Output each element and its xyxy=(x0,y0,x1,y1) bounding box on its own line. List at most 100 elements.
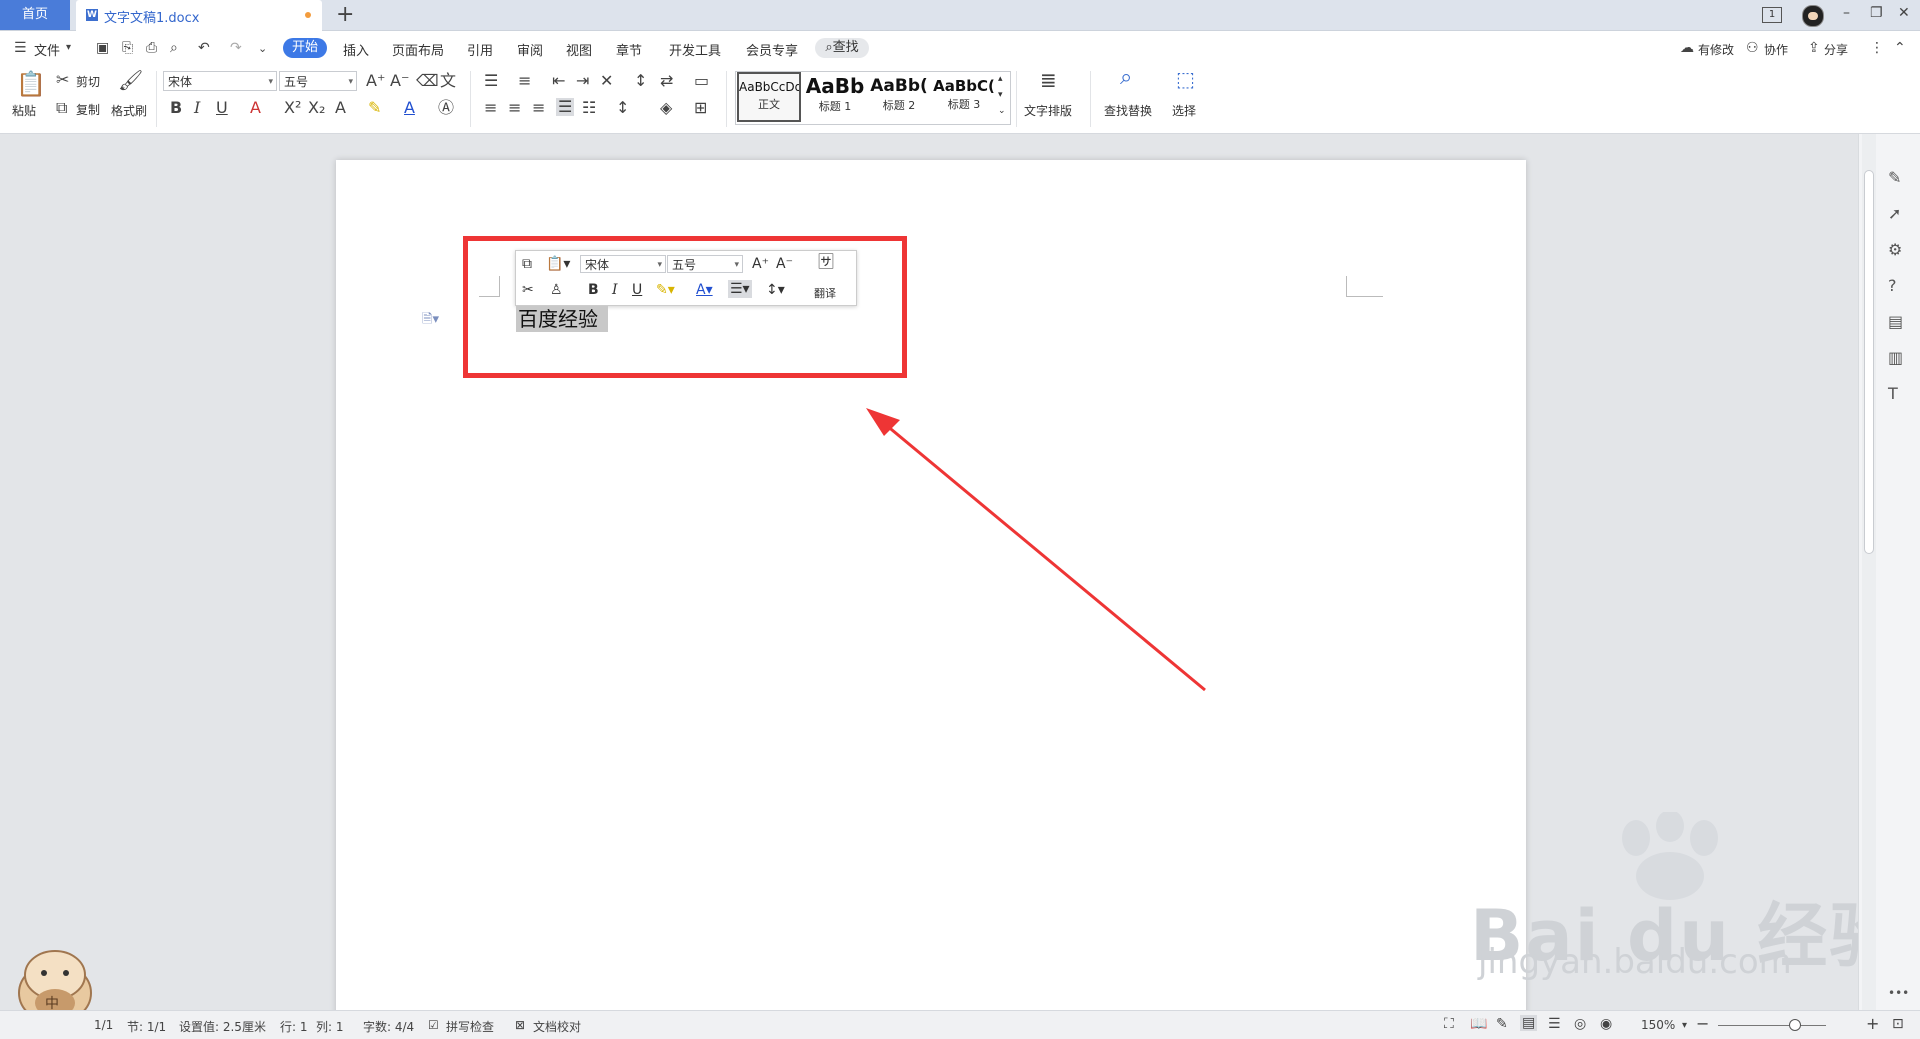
style-heading-1[interactable]: AaBb 标题 1 xyxy=(803,72,867,122)
copy-button[interactable]: 复制 xyxy=(76,101,100,118)
cut-button[interactable]: 剪切 xyxy=(76,73,100,90)
edit-pen-icon[interactable]: ✎ xyxy=(1888,168,1901,187)
menu-view[interactable]: 视图 xyxy=(566,40,592,59)
text-icon[interactable]: T xyxy=(1888,384,1898,403)
new-tab-button[interactable]: + xyxy=(336,2,354,28)
style-normal[interactable]: AaBbCcDd 正文 xyxy=(737,72,801,122)
font-name-select[interactable]: 宋体 xyxy=(163,71,277,92)
setting-value[interactable]: 设置值: 2.5厘米 xyxy=(179,1018,266,1035)
undo-icon[interactable]: ↶ xyxy=(198,40,210,56)
minimize-button[interactable]: – xyxy=(1843,5,1850,21)
align-icon[interactable]: ☰▾ xyxy=(728,280,752,298)
word-count[interactable]: 字数: 4/4 xyxy=(363,1018,414,1035)
underline-icon[interactable]: U xyxy=(216,99,228,117)
more-icon[interactable]: ⋮ xyxy=(1870,40,1884,56)
spell-check-button[interactable]: 拼写检查 xyxy=(446,1018,494,1035)
mini-font-size-select[interactable]: 五号 xyxy=(667,255,743,274)
font-size-select[interactable]: 五号 xyxy=(279,71,357,92)
strikethrough-icon[interactable]: A xyxy=(250,99,261,117)
hamburger-icon[interactable]: ☰ xyxy=(14,40,27,56)
font-color-icon[interactable]: A xyxy=(404,99,415,117)
doc-settings-icon[interactable]: ▤ xyxy=(1888,312,1903,331)
sort-icon[interactable]: ↕ xyxy=(634,72,647,90)
menu-page-layout[interactable]: 页面布局 xyxy=(392,40,444,59)
menu-section[interactable]: 章节 xyxy=(616,40,642,59)
shading-icon[interactable]: ◈ xyxy=(660,99,672,117)
style-heading-3[interactable]: AaBbC( 标题 3 xyxy=(932,72,996,122)
avatar[interactable] xyxy=(1802,5,1824,27)
find-replace-button[interactable]: 查找替换 xyxy=(1104,102,1152,119)
share-button[interactable]: 分享 xyxy=(1824,41,1848,58)
paste-icon[interactable]: 📋 xyxy=(16,71,46,97)
search-button[interactable]: ⌕查找 xyxy=(815,38,869,58)
pointer-icon[interactable]: ➚ xyxy=(1888,204,1901,223)
sliders-icon[interactable]: ⚙ xyxy=(1888,240,1902,259)
distributed-align-icon[interactable]: ☷ xyxy=(582,99,596,117)
align-right-icon[interactable]: ≡ xyxy=(532,99,545,117)
translate-button[interactable]: 翻译 xyxy=(814,285,836,301)
menu-developer[interactable]: 开发工具 xyxy=(669,40,721,59)
eye-protect-icon[interactable]: ◉ xyxy=(1600,1016,1612,1032)
paragraph-layout-icon[interactable]: 🗎▾ xyxy=(422,310,439,332)
collaborate-button[interactable]: 协作 xyxy=(1764,41,1788,58)
show-marks-icon[interactable]: ⇄ xyxy=(660,72,673,90)
modified-status[interactable]: 有修改 xyxy=(1698,41,1734,58)
zoom-slider-handle[interactable] xyxy=(1789,1019,1801,1031)
more-dots-icon[interactable]: ••• xyxy=(1888,986,1909,1000)
numbered-list-icon[interactable]: ≡ xyxy=(518,72,531,90)
increase-indent-icon[interactable]: ⇥ xyxy=(576,72,589,90)
format-painter-icon[interactable]: ♙ xyxy=(550,281,563,299)
document-page[interactable]: 🗎▾ ⧉ 📋▾ 宋体 五号 A⁺ A⁻ 🈂 ✂ ♙ B I U ✎▾ A▾ ☰▾… xyxy=(336,160,1526,1020)
gallery-up-icon[interactable]: ▴ xyxy=(998,74,1003,84)
highlight-icon[interactable]: ✎ xyxy=(368,99,381,117)
export-icon[interactable]: ⎘ xyxy=(122,40,133,56)
close-button[interactable]: ✕ xyxy=(1898,5,1910,21)
bold-icon[interactable]: B xyxy=(170,99,182,117)
highlight-icon[interactable]: ✎▾ xyxy=(656,281,675,299)
italic-icon[interactable]: I xyxy=(194,99,200,117)
vertical-scrollbar[interactable] xyxy=(1862,134,1876,1010)
align-justify-icon[interactable]: ☰ xyxy=(556,98,575,116)
column-indicator[interactable]: 列: 1 xyxy=(316,1018,344,1035)
tab-document[interactable]: W 文字文稿1.docx xyxy=(76,0,322,31)
web-view-icon[interactable]: ◎ xyxy=(1574,1016,1586,1032)
save-icon[interactable]: ▣ xyxy=(96,40,109,56)
scrollbar-thumb[interactable] xyxy=(1864,170,1874,554)
shrink-font-icon[interactable]: A⁻ xyxy=(390,72,409,90)
page-indicator-icon[interactable]: 1 xyxy=(1762,7,1782,23)
align-center-icon[interactable]: ≡ xyxy=(508,99,521,117)
redo-icon[interactable]: ↷ xyxy=(230,40,242,56)
tab-home[interactable]: 首页 xyxy=(0,0,70,30)
document-body-text[interactable]: 百度经验 xyxy=(516,306,608,332)
outline-view-icon[interactable]: ☰ xyxy=(1548,1016,1561,1032)
clear-format-icon[interactable]: ⌫ xyxy=(416,72,439,90)
mini-font-name-select[interactable]: 宋体 xyxy=(580,255,666,274)
text-layout-button[interactable]: 文字排版 xyxy=(1024,102,1072,119)
print-preview-icon[interactable]: ⌕ xyxy=(170,40,178,56)
border-icon[interactable]: ⊞ xyxy=(694,99,707,117)
scissors-icon[interactable]: ✂ xyxy=(522,281,534,299)
gallery-expand-icon[interactable]: ⌄ xyxy=(998,106,1006,116)
customize-icon[interactable]: ⌄ xyxy=(258,42,267,55)
italic-icon[interactable]: I xyxy=(612,281,618,299)
collapse-ribbon-icon[interactable]: ⌃ xyxy=(1894,40,1906,56)
text-effect-icon[interactable]: A xyxy=(335,99,346,117)
grow-font-icon[interactable]: A⁺ xyxy=(366,72,385,90)
font-color-icon[interactable]: A▾ xyxy=(696,281,713,299)
translate-icon[interactable]: 🈂 xyxy=(818,253,834,271)
chinese-layout-icon[interactable]: ✕ xyxy=(600,72,613,90)
align-left-icon[interactable]: ≡ xyxy=(484,99,497,117)
underline-icon[interactable]: U xyxy=(632,281,642,299)
help-icon[interactable]: ? xyxy=(1888,276,1897,295)
grow-font-icon[interactable]: A⁺ xyxy=(752,255,769,273)
proofread-button[interactable]: 文档校对 xyxy=(533,1018,581,1035)
pinyin-icon[interactable]: 文 xyxy=(440,72,456,90)
gallery-down-icon[interactable]: ▾ xyxy=(998,90,1003,100)
zoom-in-icon[interactable]: + xyxy=(1866,1014,1879,1033)
menu-review[interactable]: 审阅 xyxy=(517,40,543,59)
char-border-icon[interactable]: Ⓐ xyxy=(438,99,454,117)
edit-mode-icon[interactable]: ✎ xyxy=(1496,1016,1508,1032)
bold-icon[interactable]: B xyxy=(588,281,599,299)
line-spacing-icon[interactable]: ↕ xyxy=(616,99,629,117)
decrease-indent-icon[interactable]: ⇤ xyxy=(552,72,565,90)
